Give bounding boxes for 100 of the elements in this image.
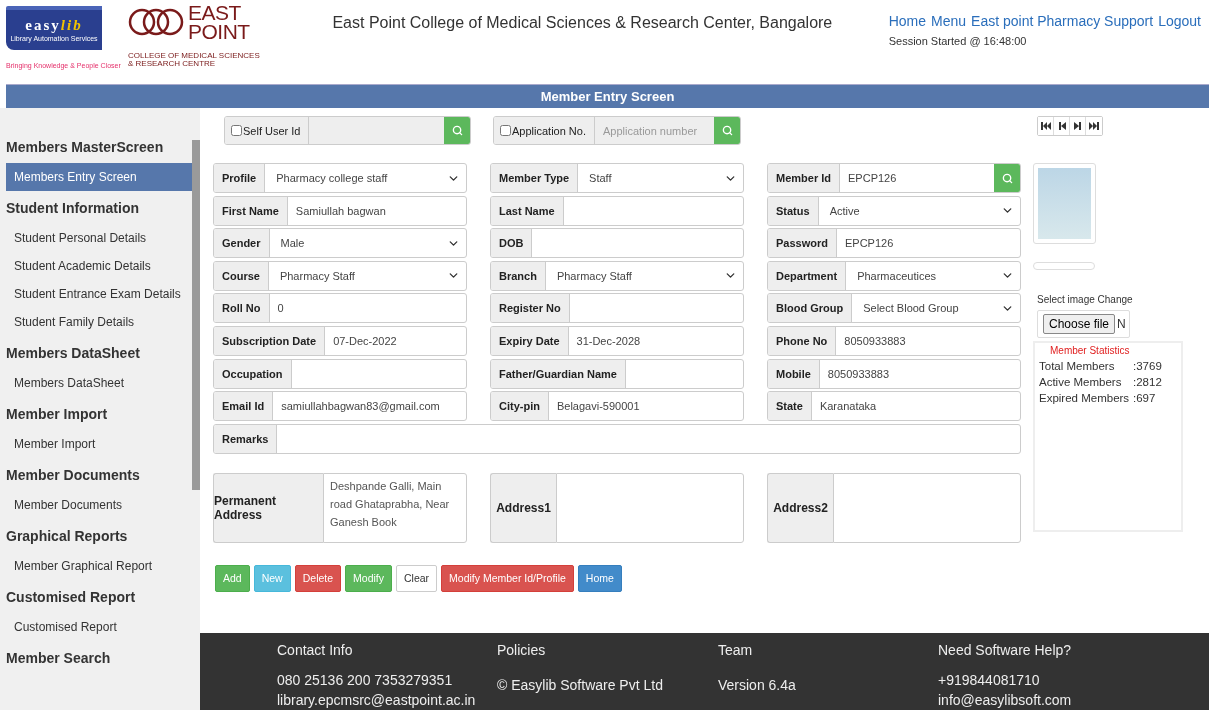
field-label: State [768, 392, 812, 421]
input-field[interactable]: 0 [269, 294, 466, 323]
sidebar-item[interactable]: Customised Report [6, 613, 192, 641]
checkbox-label: Application No. [512, 124, 586, 137]
input-field[interactable] [309, 117, 444, 144]
first-button[interactable] [1038, 117, 1054, 135]
field-label: Mobile [768, 359, 820, 388]
footer-text: library.epcmsrc@eastpoint.ac.in [277, 691, 477, 710]
select-field[interactable]: Pharmacy Staff [545, 261, 743, 290]
input-field[interactable]: Samiullah bagwan [287, 196, 466, 225]
footer-heading: Contact Info [277, 642, 354, 660]
sidebar-item[interactable]: Member Import [6, 430, 192, 458]
search-icon [451, 125, 463, 136]
statistics-title: Member Statistics [1049, 345, 1131, 356]
input-field[interactable]: Application number [595, 117, 714, 144]
field-label: City-pin [491, 392, 549, 421]
sidebar-heading: Member Documents [6, 465, 141, 485]
checkbox-label: Self User Id [243, 124, 301, 137]
sidebar-heading: Member Import [6, 404, 109, 424]
sidebar-heading: Customised Report [6, 587, 137, 607]
input-field[interactable]: 8050933883 [819, 359, 1020, 388]
input-field[interactable]: EPCP126 [836, 229, 1020, 258]
last-page-icon [1089, 122, 1099, 130]
select-field[interactable]: Select Blood Group [852, 294, 1020, 323]
input-field[interactable]: 07-Dec-2022 [325, 326, 466, 355]
text-area[interactable]: Deshpande Galli, Main road Ghataprabha, Near Ganesh Book [323, 472, 467, 543]
action-button[interactable]: Delete [294, 564, 342, 592]
sidebar-item[interactable]: Members DataSheet [6, 369, 192, 397]
field-label: First Name [214, 196, 288, 225]
select-field[interactable]: Male [269, 229, 466, 258]
statistic-label: Total Members [1039, 360, 1116, 372]
checkbox[interactable] [500, 125, 511, 136]
sidebar-item[interactable]: Student Entrance Exam Details [6, 280, 192, 308]
select-field[interactable]: Pharmacy college staff [265, 164, 466, 192]
checkbox[interactable] [231, 125, 242, 136]
select-field[interactable]: Staff [578, 164, 743, 192]
input-field[interactable]: 8050933883 [836, 326, 1020, 355]
header-link[interactable]: Home [888, 13, 927, 29]
footer-text: Version 6.4a [718, 676, 797, 695]
search-button[interactable] [714, 117, 740, 144]
field-label: Occupation [214, 359, 292, 388]
footer-heading: Team [718, 642, 754, 660]
scrollbar-thumb[interactable] [192, 140, 200, 490]
input-field[interactable]: samiullahbagwan83@gmail.com [273, 392, 466, 421]
input-field[interactable]: 31-Dec-2028 [568, 326, 743, 355]
last-button[interactable] [1086, 117, 1102, 135]
search-button[interactable] [994, 164, 1020, 192]
field-label: Password [768, 229, 837, 258]
footer-text: +919844081710 [938, 671, 1041, 690]
field-label: Email Id [214, 392, 274, 421]
sidebar-heading: Student Information [6, 198, 140, 218]
field-label: Phone No [768, 326, 837, 355]
previous-icon [1056, 122, 1067, 130]
text-area[interactable] [833, 472, 1021, 543]
statistic-value: :697 [1133, 392, 1156, 404]
field-label: Gender [214, 229, 270, 258]
next-icon [1072, 122, 1083, 130]
field-label: Department [768, 261, 847, 290]
text-area[interactable] [556, 472, 744, 543]
field-label: DOB [491, 229, 533, 258]
sidebar-item[interactable]: Member Documents [6, 491, 192, 519]
sidebar-item[interactable]: Student Personal Details [6, 224, 192, 252]
select-field[interactable]: Pharmaceutices [846, 261, 1020, 290]
field-label: Member Id [768, 164, 840, 192]
statistic-value: :2812 [1133, 376, 1162, 388]
input-field[interactable]: EPCP126 [840, 164, 994, 192]
field-label: Father/Guardian Name [491, 359, 626, 388]
header-link[interactable]: East point Pharmacy Support [971, 13, 1154, 29]
header-link[interactable]: Menu [931, 13, 967, 29]
field-label: Subscription Date [214, 326, 326, 355]
sidebar-heading: Members MasterScreen [6, 137, 165, 157]
footer-heading: Need Software Help? [938, 642, 1073, 660]
header-link[interactable]: Logout [1158, 13, 1201, 29]
action-button[interactable]: Home [577, 564, 622, 592]
first-page-icon [1040, 122, 1051, 130]
sidebar-item[interactable]: Student Family Details [6, 308, 192, 336]
logo-subtitle: COLLEGE OF MEDICAL SCIENCES [128, 52, 260, 60]
input-field[interactable]: Belagavi-590001 [548, 392, 743, 421]
field-label: Profile [214, 164, 266, 192]
footer-heading: Policies [497, 642, 547, 660]
choose-file-button[interactable]: Choose file [1043, 314, 1116, 334]
sidebar-item[interactable]: Members Entry Screen [6, 163, 192, 191]
action-button[interactable]: Modify Member Id/Profile [441, 564, 574, 592]
page-title: Member Entry Screen [540, 89, 675, 104]
sidebar-heading: Member Search [6, 648, 112, 668]
field-label: Course [214, 261, 269, 290]
statistic-label: Expired Members [1039, 392, 1131, 404]
field-label: Blood Group [768, 294, 853, 323]
select-field[interactable]: Pharmacy Staff [268, 261, 466, 290]
sidebar-item[interactable]: Member Graphical Report [6, 552, 192, 580]
sidebar-item[interactable]: Student Academic Details [6, 252, 192, 280]
search-button[interactable] [444, 117, 470, 144]
search-icon [721, 125, 733, 136]
action-button[interactable]: Clear [396, 564, 438, 592]
field-label: Address1 [490, 472, 556, 543]
sidebar-heading: Graphical Reports [6, 526, 129, 546]
select-field[interactable]: Active [818, 196, 1020, 225]
field-label: Permanent Address [213, 472, 323, 543]
statistic-value: :3769 [1133, 360, 1162, 372]
input-field[interactable]: Karanataka [811, 392, 1020, 421]
